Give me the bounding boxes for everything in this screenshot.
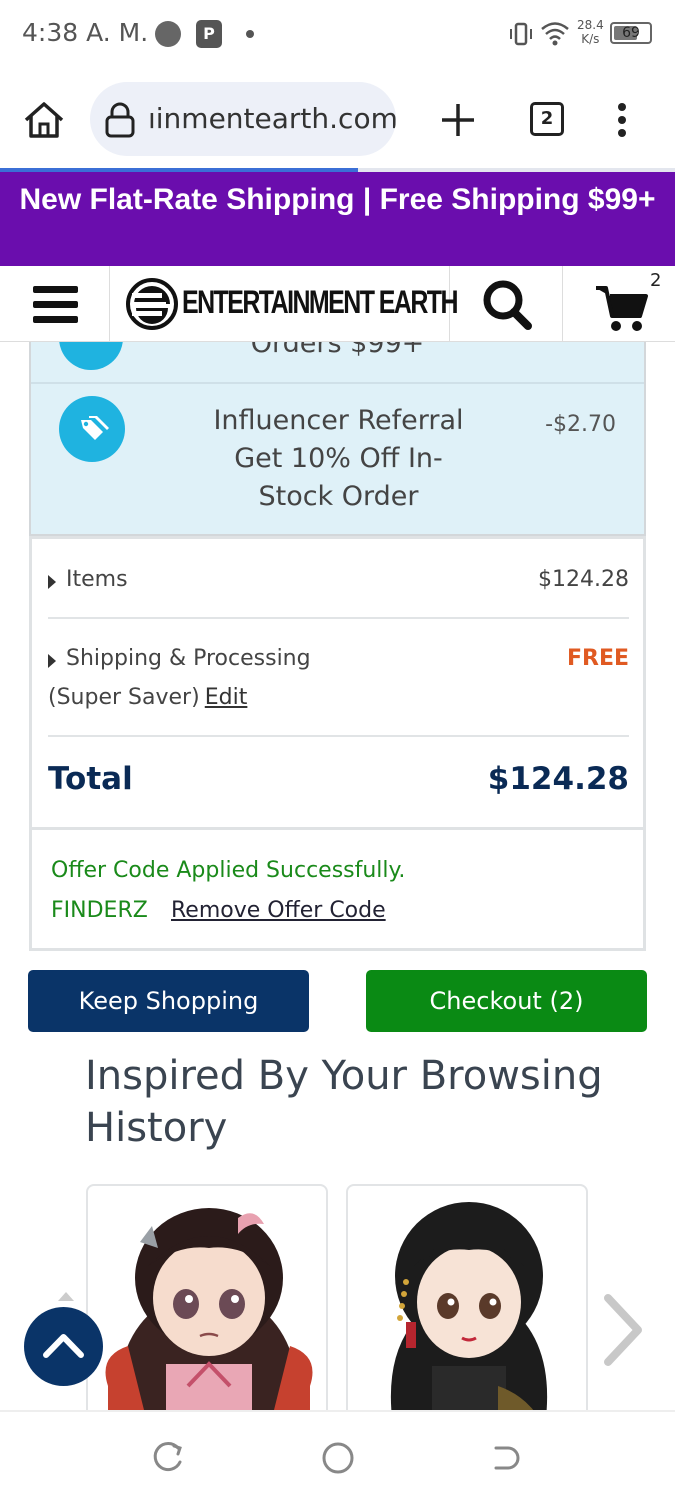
caret-right-icon bbox=[48, 574, 56, 589]
caret-right-icon bbox=[48, 653, 56, 668]
discount-panel: Orders $99+ Influencer Referral Get 10% … bbox=[29, 342, 646, 536]
product-image bbox=[105, 1208, 313, 1422]
items-value: $124.28 bbox=[538, 567, 629, 592]
edit-shipping-link[interactable]: Edit bbox=[205, 685, 248, 710]
back-nav-icon[interactable] bbox=[488, 1440, 524, 1476]
scroll-to-top-button[interactable] bbox=[24, 1307, 103, 1386]
status-time: 4:38 A. M. bbox=[22, 18, 149, 47]
total-row: Total $124.28 bbox=[48, 761, 629, 797]
product-card[interactable] bbox=[346, 1184, 588, 1424]
home-nav-icon[interactable] bbox=[320, 1440, 356, 1476]
url-text: ıinmentearth.com bbox=[148, 102, 396, 135]
battery-level: 69 bbox=[622, 25, 640, 41]
offer-success-message: Offer Code Applied Successfully. bbox=[51, 858, 406, 883]
items-label: Items bbox=[66, 567, 128, 592]
shipping-method: (Super Saver) bbox=[48, 685, 200, 710]
promo-banner[interactable]: New Flat-Rate Shipping | Free Shipping $… bbox=[0, 172, 675, 266]
chevron-up-icon bbox=[43, 1334, 84, 1358]
discount-description: Orders $99+ bbox=[250, 342, 425, 359]
shipping-label: Shipping & Processing bbox=[66, 646, 311, 671]
tabs-switcher-button[interactable]: 2 bbox=[530, 102, 564, 136]
notification-circle-icon bbox=[155, 21, 181, 47]
hamburger-icon bbox=[33, 301, 78, 308]
discount-row-partial: Orders $99+ bbox=[31, 342, 644, 384]
search-button[interactable] bbox=[451, 266, 563, 342]
lock-icon bbox=[105, 102, 135, 138]
items-row[interactable]: Items $124.28 bbox=[48, 567, 629, 592]
order-summary: Items $124.28 Shipping & Processing FREE… bbox=[29, 536, 646, 830]
offer-code: FINDERZ bbox=[51, 898, 148, 923]
tag-icon bbox=[59, 396, 125, 462]
discount-row: Influencer Referral Get 10% Off In-Stock… bbox=[31, 384, 644, 536]
address-bar[interactable]: ıinmentearth.com bbox=[90, 82, 396, 156]
offer-code-box: Offer Code Applied Successfully. FINDERZ… bbox=[29, 827, 646, 951]
shipping-row[interactable]: Shipping & Processing FREE bbox=[48, 646, 629, 671]
hamburger-menu-button[interactable] bbox=[0, 266, 110, 342]
home-icon[interactable] bbox=[22, 100, 66, 140]
hamburger-icon bbox=[33, 286, 78, 293]
logo-icon bbox=[126, 278, 178, 330]
total-label: Total bbox=[48, 761, 133, 797]
carousel-next-icon[interactable] bbox=[598, 1292, 648, 1368]
site-header: ENTERTAINMENT EARTH 2 bbox=[0, 266, 675, 342]
hamburger-icon bbox=[33, 316, 78, 323]
network-speed: 28.4 K/s bbox=[577, 18, 604, 46]
status-bar: 4:38 A. M. P 28.4 K/s 69 bbox=[0, 0, 675, 70]
site-logo[interactable]: ENTERTAINMENT EARTH bbox=[112, 266, 459, 342]
more-vert-icon[interactable] bbox=[612, 102, 632, 138]
system-nav-bar bbox=[0, 1410, 675, 1500]
checkout-button[interactable]: Checkout (2) bbox=[366, 970, 647, 1032]
product-card[interactable] bbox=[86, 1184, 328, 1424]
total-value: $124.28 bbox=[487, 761, 629, 797]
new-tab-plus-icon[interactable] bbox=[438, 100, 478, 140]
browser-toolbar: ıinmentearth.com 2 bbox=[0, 70, 675, 170]
cart-count-badge: 2 bbox=[650, 270, 662, 291]
divider bbox=[48, 617, 629, 619]
recents-icon[interactable] bbox=[150, 1440, 186, 1476]
discount-amount: -$2.70 bbox=[545, 412, 616, 437]
wifi-icon bbox=[541, 22, 569, 46]
discount-description: Influencer Referral Get 10% Off In-Stock… bbox=[213, 405, 464, 512]
more-notifications-dot-icon bbox=[246, 30, 254, 38]
search-icon bbox=[483, 280, 532, 330]
notification-app-icon: P bbox=[196, 20, 222, 48]
shipping-method-row: (Super Saver) Edit bbox=[48, 685, 629, 710]
shipping-value: FREE bbox=[566, 646, 629, 671]
recommendations-title: Inspired By Your Browsing History bbox=[85, 1053, 603, 1151]
product-image bbox=[390, 1202, 548, 1422]
battery-icon: 69 bbox=[610, 22, 652, 44]
scroll-indicator-icon bbox=[58, 1292, 74, 1301]
keep-shopping-button[interactable]: Keep Shopping bbox=[28, 970, 309, 1032]
divider bbox=[48, 735, 629, 737]
remove-offer-code-link[interactable]: Remove Offer Code bbox=[171, 898, 386, 923]
network-speed-value: 28.4 bbox=[577, 18, 604, 32]
network-speed-unit: K/s bbox=[581, 32, 600, 46]
logo-text: ENTERTAINMENT EARTH bbox=[182, 284, 459, 320]
vibrate-icon bbox=[510, 22, 532, 46]
